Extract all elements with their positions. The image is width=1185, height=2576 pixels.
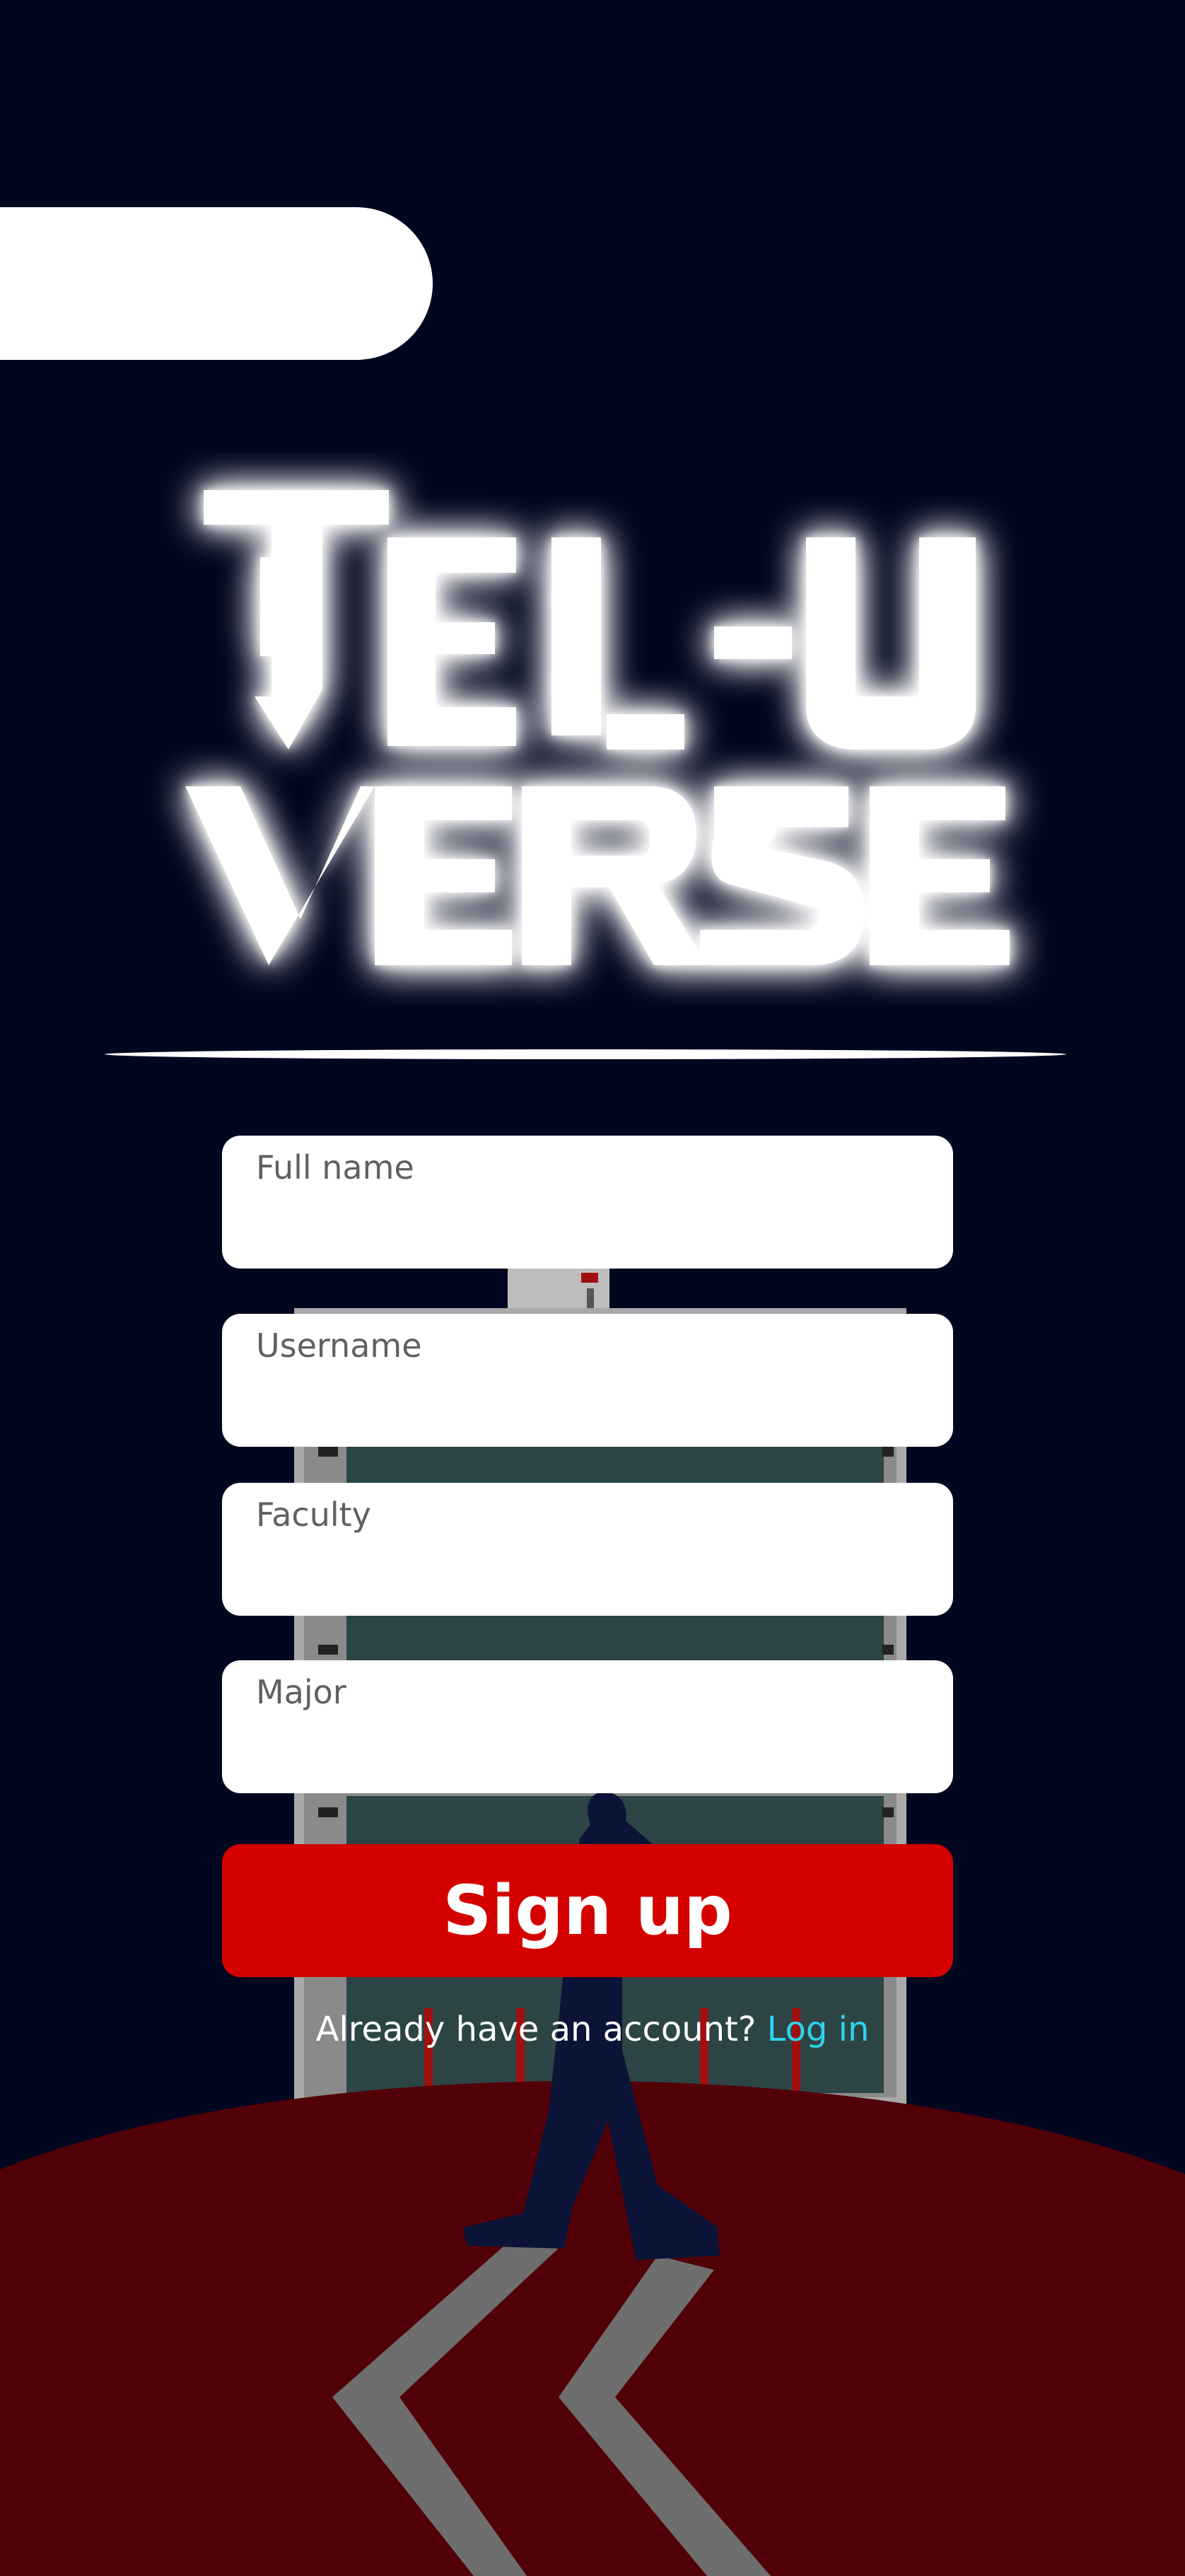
login-prompt-text: Already have an account? [315,2010,757,2049]
login-prompt: Already have an account? Log in [0,2010,1185,2049]
back-button[interactable] [0,207,433,360]
faculty-placeholder: Faculty [256,1496,371,1534]
username-placeholder: Username [256,1327,422,1365]
major-field[interactable]: Major [222,1660,953,1793]
login-link[interactable]: Log in [767,2010,870,2049]
faculty-field[interactable]: Faculty [222,1483,953,1616]
sign-up-button[interactable]: Sign up [222,1844,953,1977]
username-field[interactable]: Username [222,1314,953,1447]
tel-u-verse-logo [185,490,1010,965]
major-placeholder: Major [256,1673,346,1711]
logo-divider [105,1049,1066,1059]
full-name-field[interactable]: Full name [222,1136,953,1269]
full-name-placeholder: Full name [256,1148,414,1187]
background-illustration [0,1267,1185,2576]
